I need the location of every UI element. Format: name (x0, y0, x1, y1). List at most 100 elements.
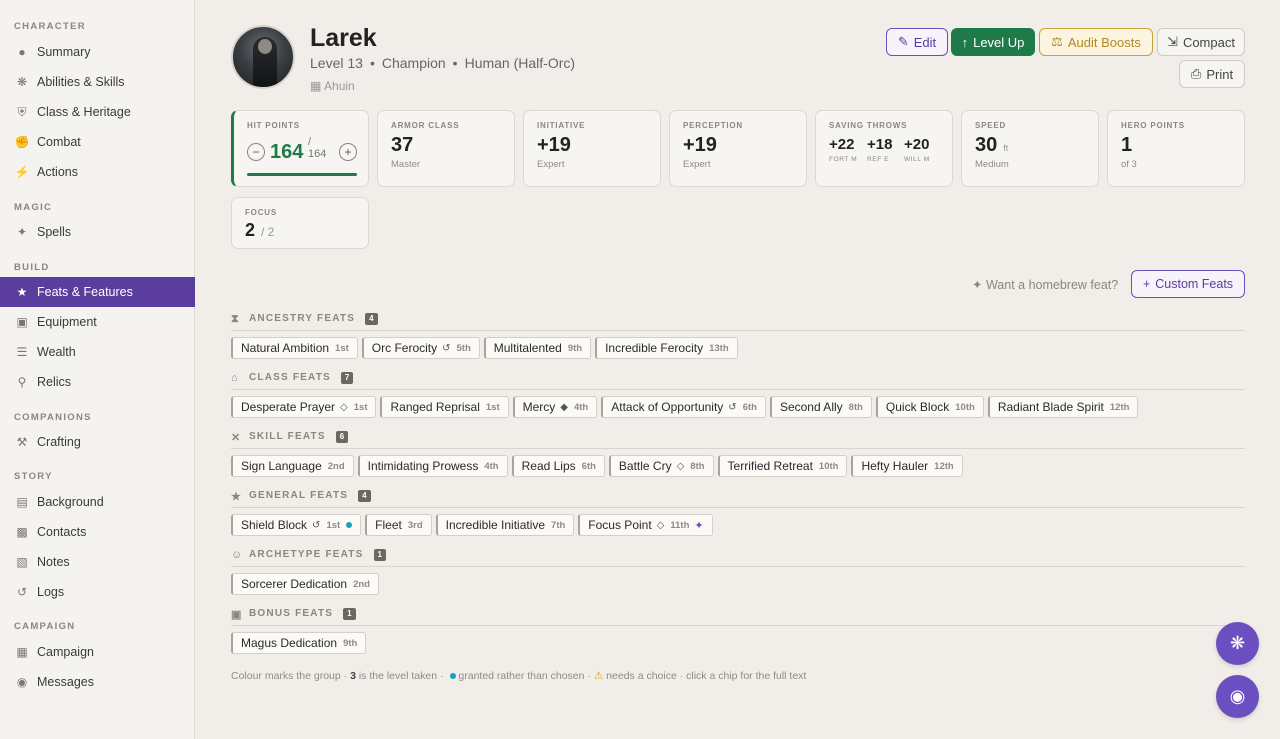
feat-chip-focus-point[interactable]: Focus Point ◇ 11th ✦ (578, 514, 713, 536)
feat-chip-natural-ambition[interactable]: Natural Ambition 1st (231, 337, 358, 359)
hp-increase-button[interactable]: + (339, 143, 357, 161)
feat-chip-desperate-prayer[interactable]: Desperate Prayer ◇ 1st (231, 396, 377, 418)
feat-name: Orc Ferocity (371, 341, 438, 355)
speed-size: Medium (975, 159, 1009, 170)
sidebar-item-campaign[interactable]: ▦ Campaign (0, 637, 195, 667)
feat-chip-hefty-hauler[interactable]: Hefty Hauler 12th (851, 455, 963, 477)
fort-save[interactable]: +22 FORT M (829, 136, 857, 163)
feat-chip-terrified-retreat[interactable]: Terrified Retreat 10th (717, 455, 848, 477)
feat-chip-radiant-blade-spirit[interactable]: Radiant Blade Spirit 12th (987, 396, 1139, 418)
reaction-icon: ↺ (442, 342, 451, 354)
sidebar-item-combat[interactable]: ✊ Combat (0, 127, 195, 157)
feat-chip-second-ally[interactable]: Second Ally 8th (769, 396, 872, 418)
feat-chip-fleet[interactable]: Fleet 3rd (365, 514, 432, 536)
sidebar-item-actions[interactable]: ⚡ Actions (0, 157, 195, 187)
feat-level: 6th (742, 401, 757, 413)
feat-chip-sorcerer-dedication[interactable]: Sorcerer Dedication 2nd (231, 573, 379, 595)
feat-group-header-skill-feats: ✕ SKILL FEATS 6 (231, 431, 1245, 449)
feat-chip-shield-block[interactable]: Shield Block ↺ 1st (231, 514, 362, 536)
feat-chip-incredible-initiative[interactable]: Incredible Initiative 7th (435, 514, 575, 536)
hero-points-card[interactable]: HERO POINTS 1 of 3 (1107, 110, 1245, 187)
legend-part4: needs a choice · click a chip for the fu… (606, 670, 807, 682)
focus-card[interactable]: FOCUS 2 / 2 (231, 197, 369, 249)
legend-level-example: 3 (350, 670, 356, 682)
will-label: WILL M (904, 156, 930, 163)
level-up-button[interactable]: ↑ Level Up (951, 28, 1035, 56)
sidebar-item-label: Actions (37, 165, 78, 179)
perception-card[interactable]: PERCEPTION +19 Expert (669, 110, 807, 187)
legend-part3: granted rather than chosen · (458, 670, 591, 682)
hp-progress-bar (247, 173, 357, 176)
hero-value: 1 (1121, 134, 1133, 156)
sidebar-item-relics[interactable]: ⚲ Relics (0, 367, 195, 397)
avatar[interactable] (231, 25, 295, 89)
address-book-icon: ▩ (16, 525, 28, 539)
compact-label: Compact (1182, 34, 1235, 50)
feat-chip-multitalented[interactable]: Multitalented 9th (483, 337, 592, 359)
feat-chip-row: Natural Ambition 1st Orc Ferocity ↺ 5th Multi… (231, 337, 738, 359)
sidebar-item-logs[interactable]: ↺ Logs (0, 577, 195, 607)
arrow-up-icon: ↑ (961, 34, 969, 50)
dice-roller-button[interactable]: ❋ (1216, 622, 1259, 665)
feat-chip-ranged-reprisal[interactable]: Ranged Reprisal 1st (380, 396, 509, 418)
level-up-label: Level Up (973, 34, 1025, 50)
sidebar-item-contacts[interactable]: ▩ Contacts (0, 517, 195, 547)
will-save[interactable]: +20 WILL M (904, 136, 930, 163)
ref-save[interactable]: +18 REF E (867, 136, 892, 163)
free-action-icon: ◇ (656, 519, 665, 531)
box-icon: ▣ (16, 315, 28, 329)
sidebar-item-crafting[interactable]: ⚒ Crafting (0, 427, 195, 457)
feat-chip-row: Sorcerer Dedication 2nd (231, 573, 379, 595)
chat-button[interactable]: ◉ (1216, 675, 1259, 718)
saving-throws-card[interactable]: SAVING THROWS +22 FORT M +18 REF E +20 WILL… (815, 110, 953, 187)
sidebar-item-class-heritage[interactable]: ⛨ Class & Heritage (0, 97, 195, 127)
print-button[interactable]: ⎙ Print (1179, 60, 1245, 88)
character-ancestry: Human (Half-Orc) (464, 55, 576, 71)
fist-icon: ✊ (14, 135, 30, 149)
feat-chip-magus-dedication[interactable]: Magus Dedication 9th (231, 632, 367, 654)
sidebar-item-label: Crafting (37, 435, 81, 449)
hp-current[interactable]: 164 (270, 141, 303, 164)
feat-name: Shield Block (241, 518, 308, 532)
feat-chip-quick-block[interactable]: Quick Block 10th (875, 396, 984, 418)
feat-chip-orc-ferocity[interactable]: Orc Ferocity ↺ 5th (361, 337, 480, 359)
sidebar-item-background[interactable]: ▤ Background (0, 487, 195, 517)
sidebar-item-wealth[interactable]: ☰ Wealth (0, 337, 195, 367)
feat-chip-battle-cry[interactable]: Battle Cry ◇ 8th (608, 455, 714, 477)
armor-class-card[interactable]: ARMOR CLASS 37 Master (377, 110, 515, 187)
audit-boosts-button[interactable]: ⚖ Audit Boosts (1039, 28, 1153, 56)
sidebar-item-spells[interactable]: ✦ Spells (0, 217, 195, 247)
ac-value: 37 (391, 134, 414, 156)
hammer-icon: ⚒ (16, 435, 28, 449)
feat-chip-read-lips[interactable]: Read Lips 6th (511, 455, 605, 477)
ac-label: ARMOR CLASS (391, 121, 460, 130)
custom-feats-button[interactable]: + Custom Feats (1131, 270, 1245, 298)
sidebar-item-abilities[interactable]: ❋ Abilities & Skills (0, 67, 195, 97)
feat-name: Natural Ambition (241, 341, 330, 355)
edit-icon: ✎ (897, 34, 909, 49)
scroll-icon: ▤ (16, 495, 28, 509)
feat-chip-incredible-ferocity[interactable]: Incredible Ferocity 13th (595, 337, 738, 359)
ac-proficiency: Master (391, 159, 421, 170)
speed-card[interactable]: SPEED 30 ft Medium (961, 110, 1099, 187)
sidebar-section-character: CHARACTER (14, 21, 86, 32)
sidebar-item-messages[interactable]: ◉ Messages (0, 667, 195, 697)
feat-chip-row: Shield Block ↺ 1st Fleet 3rd Incredible Initi… (231, 514, 713, 536)
speed-label: SPEED (975, 121, 1007, 130)
feat-chip-sign-language[interactable]: Sign Language 2nd (231, 455, 354, 477)
compact-button[interactable]: ⇲ Compact (1157, 28, 1245, 56)
sidebar-item-equipment[interactable]: ▣ Equipment (0, 307, 195, 337)
hp-decrease-button[interactable]: − (247, 143, 265, 161)
edit-button[interactable]: ✎ Edit (886, 28, 948, 56)
feat-chip-attack-of-opportunity[interactable]: Attack of Opportunity ↺ 6th (601, 396, 766, 418)
feat-level: 4th (573, 401, 589, 413)
initiative-card[interactable]: INITIATIVE +19 Expert (523, 110, 661, 187)
sidebar-item-feats[interactable]: ★ Feats & Features (0, 277, 195, 307)
feat-chip-mercy[interactable]: Mercy ◆ 4th (512, 396, 598, 418)
sidebar-item-summary[interactable]: ● Summary (0, 37, 195, 67)
feat-level: 3rd (407, 519, 423, 531)
print-label: Print (1206, 66, 1234, 82)
sidebar-item-notes[interactable]: ▧ Notes (0, 547, 195, 577)
feat-chip-intimidating-prowess[interactable]: Intimidating Prowess 4th (357, 455, 508, 477)
feat-name: Fleet (375, 518, 402, 532)
